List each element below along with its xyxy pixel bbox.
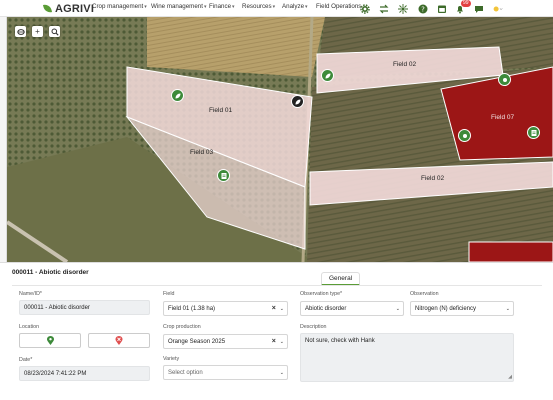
field-label: Field 07 [491,114,515,121]
remove-location-button[interactable] [88,333,150,348]
map-pin-location-icon[interactable] [458,129,471,142]
tab-general[interactable]: General [321,272,361,286]
leaf-logo-icon [44,3,54,14]
field-select-label: Field [163,291,175,297]
layers-button[interactable] [15,26,26,37]
observation-type-select[interactable]: Abiotic disorder ⌄ [300,301,404,316]
chevron-down-icon: ⌄ [279,369,284,376]
map-pin-leaf-icon[interactable] [321,69,334,82]
description-label: Description [300,324,327,330]
variety-select[interactable]: Select option ⌄ [163,365,288,380]
chevron-down-icon: ⌄ [395,305,400,312]
observation-type-label: Observation type* [300,291,343,297]
map-pin-leaf-dark-icon[interactable] [291,95,304,108]
nav-field-operations[interactable]: Field Operations [316,3,361,10]
observation-label: Observation [410,291,439,297]
crop-production-label: Crop production [163,324,201,330]
description-textarea[interactable]: Not sure, check with Hank ◢ [300,333,514,382]
crop-production-select[interactable]: Orange Season 2025 × ⌄ [163,334,288,349]
variety-label: Variety [163,356,180,362]
calendar-icon[interactable] [436,3,447,14]
chevron-down-icon: ⌄ [505,305,510,312]
field-map[interactable]: + Field 01 Field 03 Field 02 Field 07 Fi… [7,17,553,262]
map-pin-location-icon[interactable] [498,73,511,86]
nav-analyze[interactable]: Analyze▾ [282,3,308,10]
svg-text:?: ? [421,5,425,13]
record-detail-panel: 000011 - Abiotic disorder General Name/I… [0,262,553,400]
name-label: Name/ID* [19,291,42,297]
field-select[interactable]: Field 01 (1.38 ha) × ⌄ [163,301,288,316]
search-map-button[interactable] [49,26,60,37]
record-title: 000011 - Abiotic disorder [12,269,89,276]
user-avatar-icon[interactable] [490,3,506,14]
field-label: Field 01 [209,107,233,114]
field-label: Field 02 [393,61,417,68]
tab-divider [12,285,542,286]
nav-crop-management[interactable]: Crop management▾ [92,3,147,10]
chevron-down-icon: ⌄ [279,338,284,345]
switch-arrows-icon[interactable] [378,3,389,14]
satellite-imagery [7,17,553,262]
nav-resources[interactable]: Resources▾ [242,3,275,10]
map-pin-note-icon[interactable] [217,169,230,182]
field-label: Field 02 [421,175,445,182]
observation-select[interactable]: Nitrogen (N) deficiency ⌄ [410,301,514,316]
zoom-in-button[interactable]: + [32,26,43,37]
set-location-button[interactable] [19,333,81,348]
chevron-down-icon: ⌄ [279,305,284,312]
nav-finance[interactable]: Finance▾ [209,3,235,10]
map-pin-leaf-icon[interactable] [171,89,184,102]
map-pin-note-icon[interactable] [527,126,540,139]
nav-wine-management[interactable]: Wine management▾ [151,3,206,10]
agrivi-logo[interactable]: AGRIVI [44,2,94,15]
remove-pin-icon [115,336,123,345]
notification-count-badge: 99 [461,0,471,7]
left-sidebar-strip [0,17,7,262]
resize-handle-icon[interactable]: ◢ [508,374,512,380]
settings-gear-icon[interactable] [359,3,370,14]
name-input[interactable]: 000011 - Abiotic disorder [19,300,150,315]
field-label: Field 03 [190,149,214,156]
top-navbar: AGRIVI Crop management▾ Wine management▾… [0,0,553,17]
brand-name: AGRIVI [55,2,95,15]
map-pin-icon [46,336,54,345]
date-label: Date* [19,357,33,363]
clear-icon[interactable]: × [272,338,276,345]
clear-icon[interactable]: × [272,305,276,312]
chat-icon[interactable] [473,3,484,14]
location-label: Location [19,324,40,330]
date-input[interactable]: 08/23/2024 7:41:22 PM [19,366,150,381]
help-icon[interactable]: ? [417,3,428,14]
integrations-icon[interactable] [397,3,408,14]
